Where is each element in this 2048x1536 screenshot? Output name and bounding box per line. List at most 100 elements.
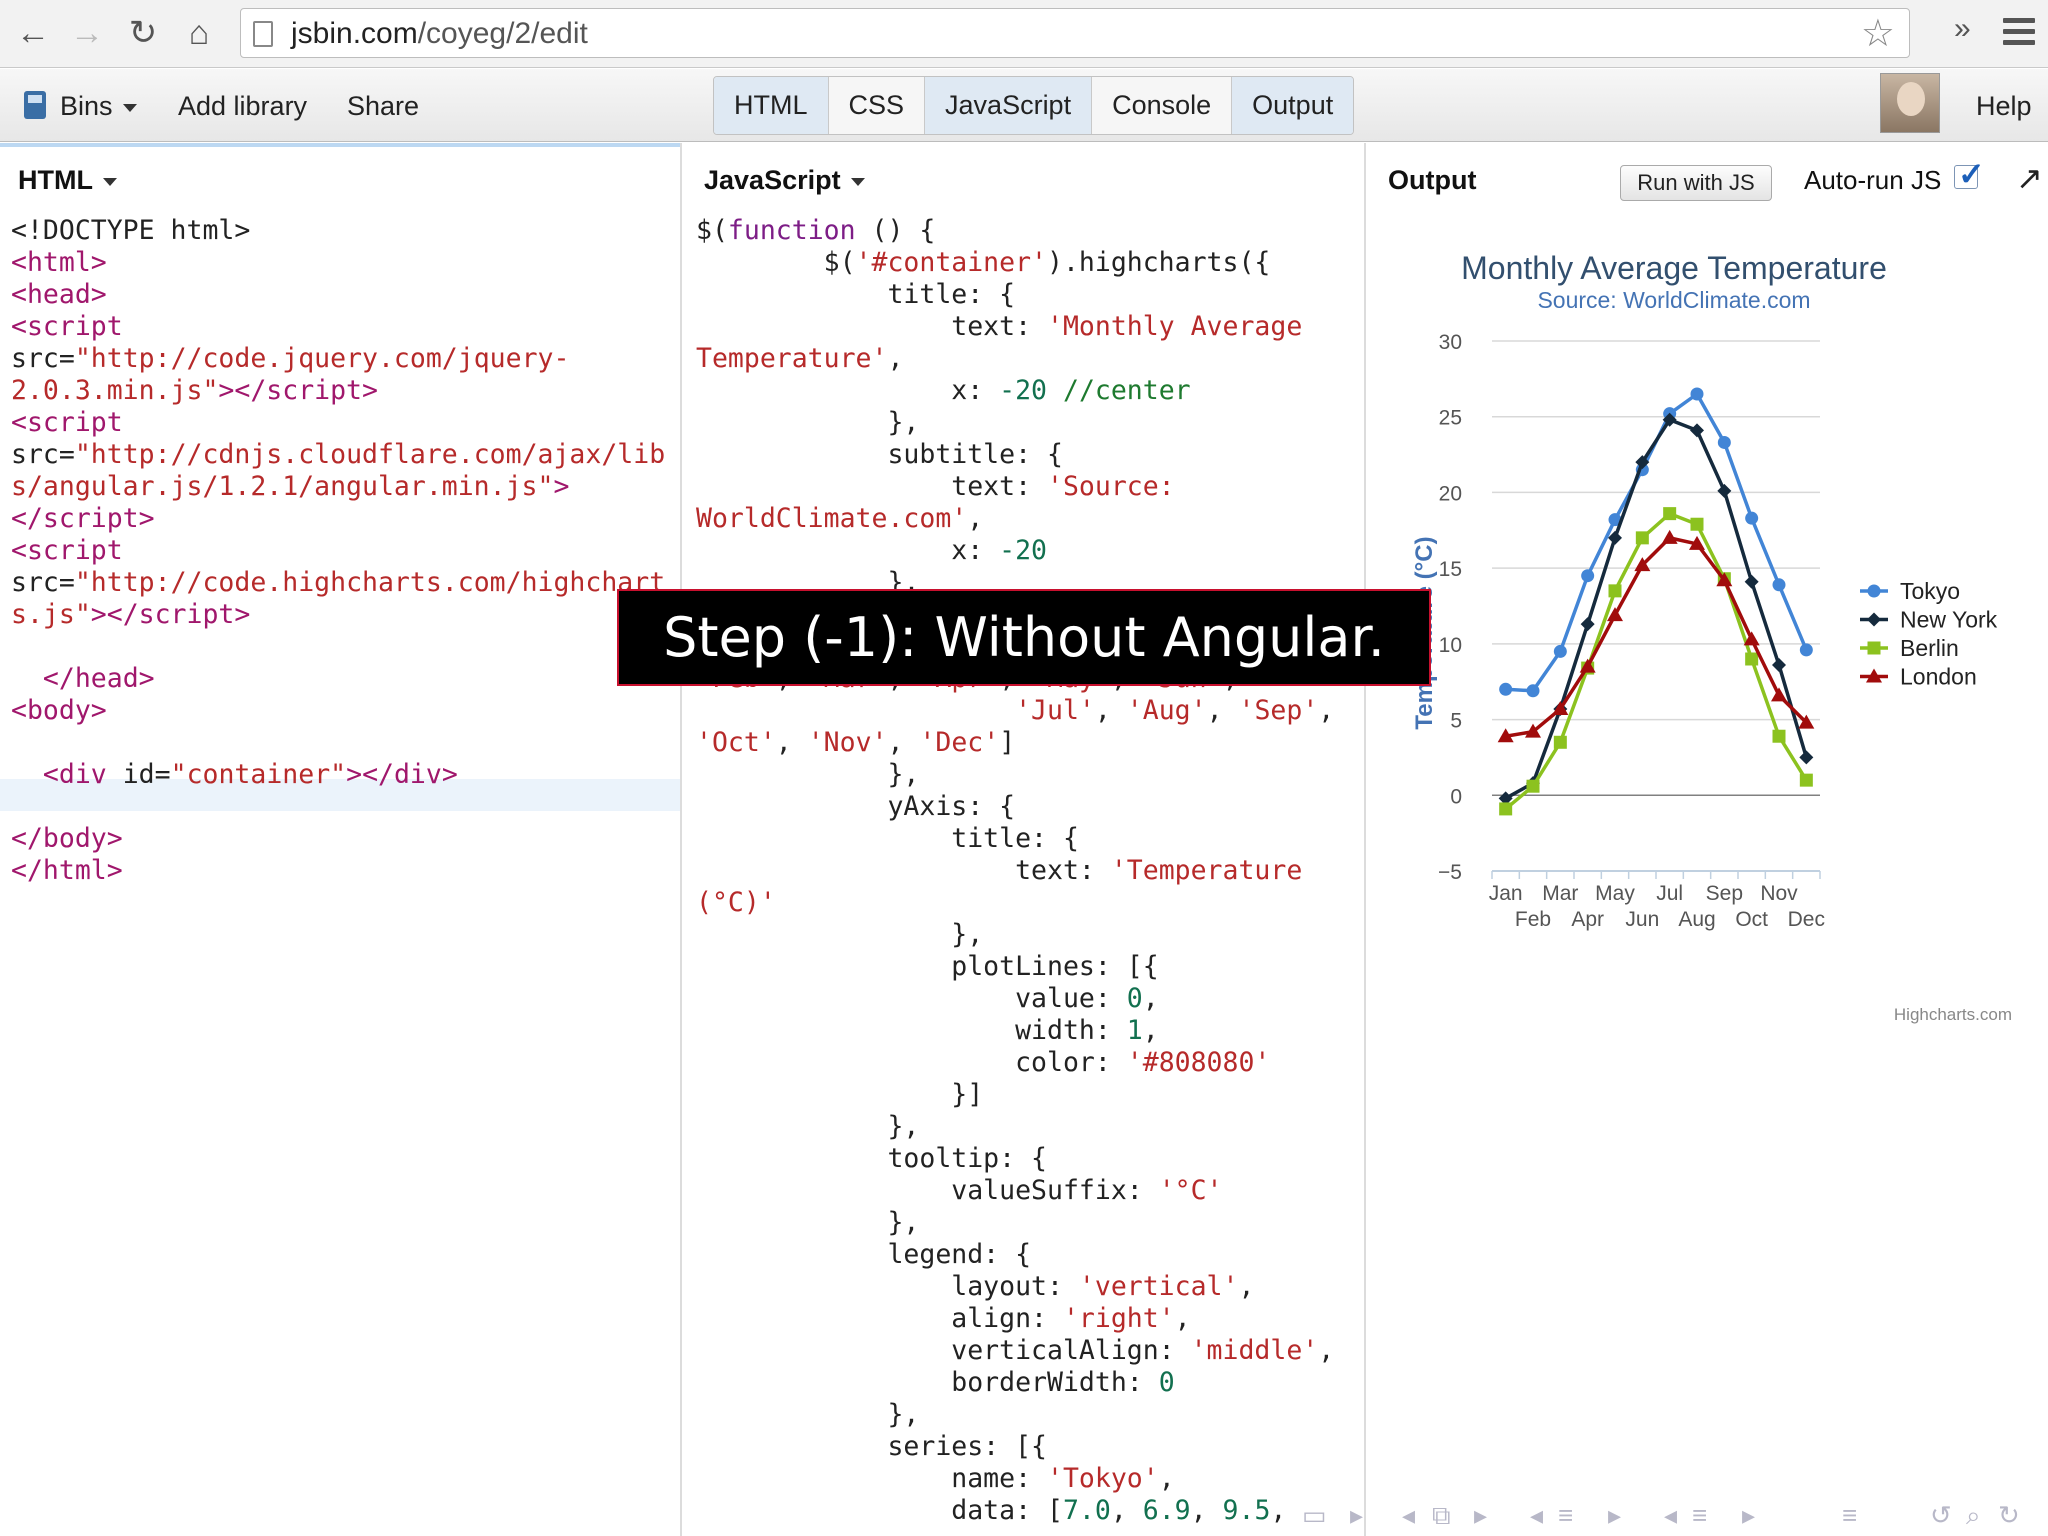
data-point <box>1499 682 1513 696</box>
jsbin-toolbar: Bins Add library Share HTML CSS JavaScri… <box>0 69 2048 142</box>
y-tick-label: 0 <box>1450 785 1462 808</box>
home-icon[interactable]: ⌂ <box>176 10 222 56</box>
x-tick-label: Jan <box>1489 882 1523 905</box>
chart-subtitle: Source: WorldClimate.com <box>1537 287 1810 313</box>
data-point <box>1690 387 1704 401</box>
data-point <box>1745 652 1759 666</box>
url-path: /coyeg/2/edit <box>417 17 588 50</box>
tab-css[interactable]: CSS <box>829 77 926 134</box>
legend-label: New York <box>1900 607 1998 633</box>
bookmark-star-icon[interactable]: ☆ <box>1861 11 1895 56</box>
extensions-overflow-icon[interactable]: » <box>1954 12 1971 46</box>
bins-label: Bins <box>60 91 113 121</box>
y-tick-label: 15 <box>1439 558 1462 581</box>
next-triangle-icon[interactable]: ▸ <box>1350 1500 1363 1531</box>
data-point <box>1745 511 1759 525</box>
frame-icon[interactable]: ▭ <box>1302 1500 1327 1531</box>
javascript-panel-menu[interactable]: JavaScript <box>704 165 865 196</box>
y-tick-label: 20 <box>1439 482 1462 505</box>
url-host: jsbin.com <box>291 17 418 50</box>
x-tick-label: Jun <box>1625 908 1659 931</box>
browser-menu-icon[interactable] <box>2003 18 2035 48</box>
x-tick-label: Dec <box>1788 908 1825 931</box>
search-icon[interactable]: ⌕ <box>1966 1500 1981 1532</box>
tab-output[interactable]: Output <box>1232 77 1354 134</box>
url-text[interactable]: jsbin.com/coyeg/2/edit <box>291 17 588 51</box>
step-caption: Step (-1): Without Angular. <box>617 589 1431 686</box>
legend-label: Tokyo <box>1900 578 1960 604</box>
data-point <box>1608 584 1622 598</box>
prev-triangle-icon[interactable]: ◂ <box>1402 1500 1415 1531</box>
legend-marker <box>1867 612 1881 627</box>
javascript-code-editor[interactable]: $(function () { $('#container').highchar… <box>696 215 1364 1527</box>
list-icon[interactable]: ≡ <box>1842 1500 1857 1531</box>
browser-toolbar: ← → ↻ ⌂ jsbin.com/coyeg/2/edit ☆ » <box>0 0 2048 68</box>
javascript-panel-title: JavaScript <box>704 165 841 195</box>
x-tick-label: Nov <box>1760 882 1798 905</box>
redo-icon[interactable]: ↻ <box>1998 1500 2020 1531</box>
tab-html[interactable]: HTML <box>714 77 829 134</box>
reload-icon[interactable]: ↻ <box>120 10 166 56</box>
prev-triangle-icon[interactable]: ◂ <box>1530 1500 1543 1531</box>
data-point <box>1553 735 1567 749</box>
help-button[interactable]: Help <box>1976 91 2032 122</box>
chart-title: Monthly Average Temperature <box>1461 250 1887 286</box>
data-point <box>1717 435 1731 449</box>
prev-triangle-icon[interactable]: ◂ <box>1664 1500 1677 1531</box>
legend-label: London <box>1900 664 1977 690</box>
chart-credits[interactable]: Highcharts.com <box>1894 1005 2012 1024</box>
run-with-js-button[interactable]: Run with JS <box>1620 165 1772 201</box>
share-button[interactable]: Share <box>347 91 419 122</box>
x-tick-label: May <box>1595 882 1635 905</box>
html-code-editor[interactable]: <!DOCTYPE html> <html> <head> <script sr… <box>11 215 674 887</box>
data-point <box>1526 684 1540 698</box>
html-panel-title: HTML <box>18 165 93 195</box>
x-tick-label: Jul <box>1656 882 1683 905</box>
tab-javascript[interactable]: JavaScript <box>925 77 1093 134</box>
section-icon[interactable]: ⧉ <box>1432 1500 1451 1532</box>
data-point <box>1772 729 1786 743</box>
list-icon[interactable]: ≡ <box>1558 1500 1573 1531</box>
html-panel-menu[interactable]: HTML <box>18 165 117 196</box>
avatar[interactable] <box>1880 73 1940 133</box>
address-bar[interactable]: jsbin.com/coyeg/2/edit ☆ <box>240 8 1910 58</box>
checkmark-icon: ✓ <box>1958 156 1985 192</box>
next-triangle-icon[interactable]: ▸ <box>1608 1500 1621 1531</box>
panel-tabs: HTML CSS JavaScript Console Output <box>713 76 1355 135</box>
y-tick-label: 5 <box>1450 710 1462 733</box>
x-tick-label: Oct <box>1735 908 1768 931</box>
temperature-chart: Monthly Average Temperature Source: Worl… <box>1411 250 2012 1024</box>
data-point <box>1799 750 1814 765</box>
data-point <box>1581 569 1595 583</box>
page-icon <box>253 21 273 47</box>
legend-label: Berlin <box>1900 635 1959 661</box>
data-point <box>1799 643 1813 657</box>
forward-icon[interactable]: → <box>64 10 110 56</box>
data-point <box>1744 574 1759 589</box>
tab-console[interactable]: Console <box>1092 77 1233 134</box>
data-point <box>1799 773 1813 787</box>
chevron-down-icon <box>850 177 865 186</box>
next-triangle-icon[interactable]: ▸ <box>1742 1500 1755 1531</box>
back-icon[interactable]: ← <box>10 10 56 56</box>
list-icon[interactable]: ≡ <box>1692 1500 1707 1531</box>
add-library-button[interactable]: Add library <box>178 91 307 122</box>
next-triangle-icon[interactable]: ▸ <box>1474 1500 1487 1531</box>
legend-marker <box>1867 641 1881 655</box>
data-point <box>1772 658 1786 673</box>
data-point <box>1580 617 1595 632</box>
undo-icon[interactable]: ↺ <box>1930 1500 1952 1531</box>
x-tick-label: Aug <box>1678 908 1715 931</box>
output-panel-title: Output <box>1388 165 1477 195</box>
legend-marker <box>1867 584 1881 598</box>
y-tick-label: 25 <box>1439 407 1462 430</box>
html-panel: HTML <!DOCTYPE html> <html> <head> <scri… <box>0 143 682 1536</box>
jsbin-logo-icon <box>24 91 46 119</box>
data-point <box>1553 644 1567 658</box>
bins-menu[interactable]: Bins <box>60 91 137 122</box>
data-point <box>1717 483 1732 498</box>
data-point <box>1663 507 1677 521</box>
popout-arrow-icon[interactable]: ↗ <box>2016 159 2043 197</box>
chevron-down-icon <box>122 103 137 112</box>
y-tick-label: 30 <box>1439 331 1462 354</box>
